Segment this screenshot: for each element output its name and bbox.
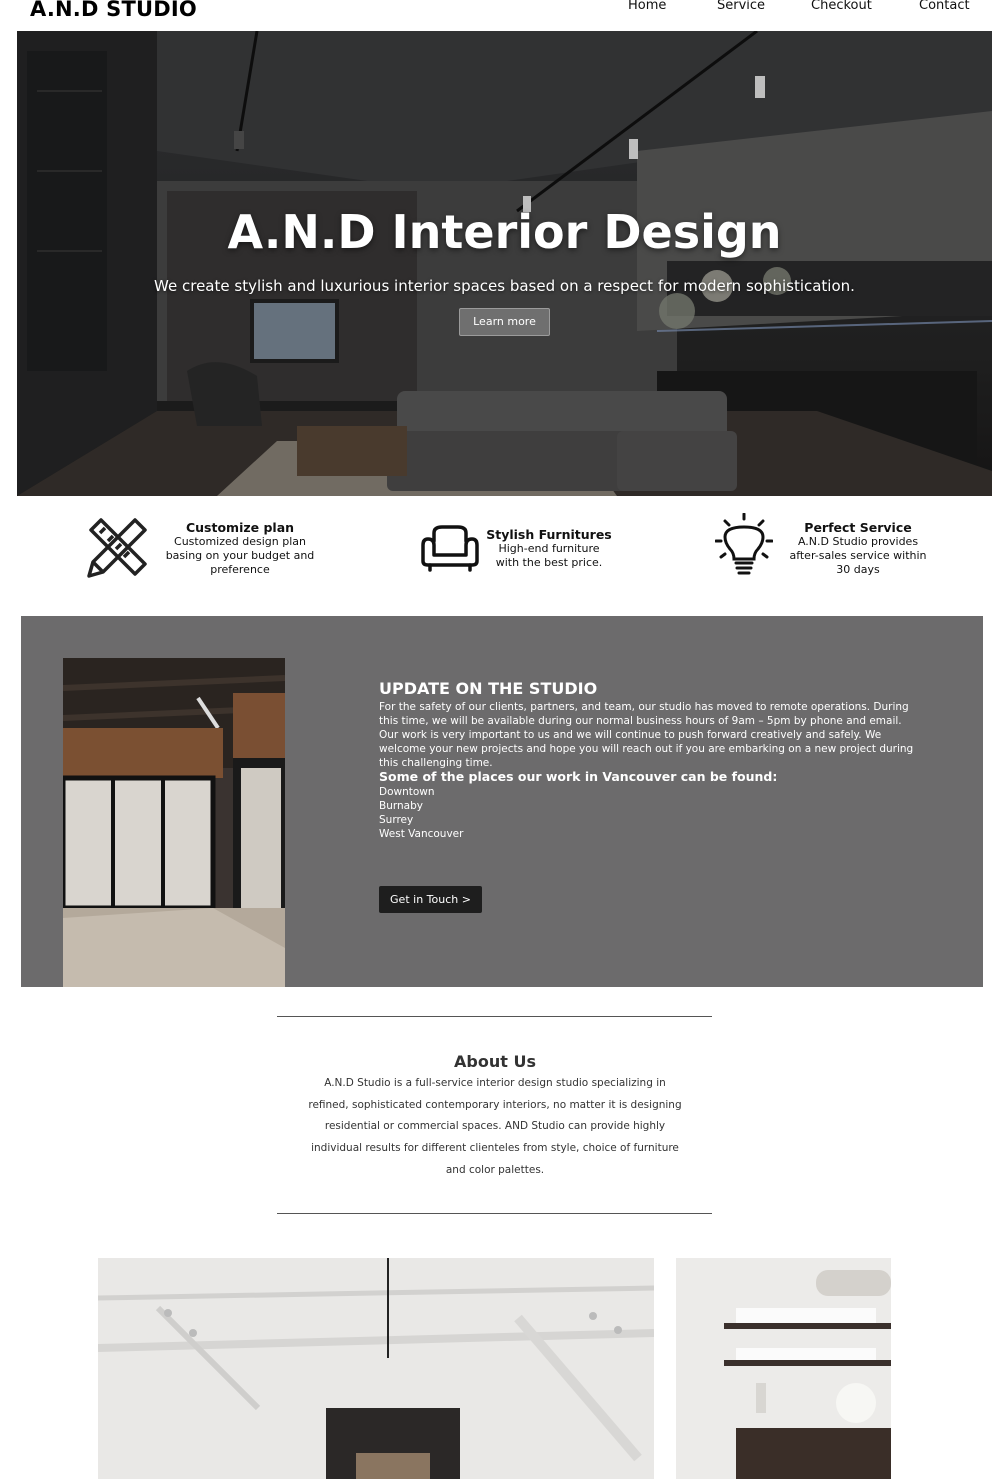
list-item: West Vancouver	[379, 828, 464, 840]
feature-text-line: preference	[210, 563, 270, 576]
hero-subtitle: We create stylish and luxurious interior…	[154, 277, 855, 295]
feature-text-line: High-end furniture	[498, 542, 600, 555]
places-title: Some of the places our work in Vancouver…	[379, 769, 778, 784]
list-item: Downtown	[379, 786, 435, 798]
divider	[277, 1213, 712, 1214]
armchair-icon	[420, 523, 480, 577]
feature-perfect-service: Perfect Service A.N.D Studio provides af…	[788, 520, 928, 577]
hero-section: A.N.D Interior Design We create stylish …	[17, 31, 992, 496]
feature-text-line: after-sales service within	[789, 549, 927, 562]
nav-home[interactable]: Home	[628, 0, 666, 13]
gallery-image-kitchen-shelves	[676, 1258, 891, 1479]
lightbulb-icon	[714, 512, 774, 583]
hero-interior-image	[17, 31, 992, 496]
feature-text-line: basing on your budget and	[165, 549, 315, 562]
divider	[277, 1016, 712, 1017]
nav-service[interactable]: Service	[717, 0, 765, 13]
feature-text-line: 30 days	[836, 563, 880, 576]
studio-update-section: UPDATE ON THE STUDIO For the safety of o…	[21, 616, 983, 987]
ruler-pencil-icon	[85, 514, 151, 584]
feature-text-line: A.N.D Studio provides	[797, 535, 919, 548]
feature-stylish-furnitures: Stylish Furnitures High-end furniture wi…	[484, 527, 614, 570]
nav-checkout[interactable]: Checkout	[811, 0, 872, 13]
feature-text-line: Customized design plan	[174, 535, 306, 548]
site-header: A.N.D STUDIO Home Service Checkout Conta…	[0, 0, 1000, 30]
feature-text-line: with the best price.	[495, 556, 603, 569]
get-in-touch-button[interactable]: Get in Touch >	[379, 886, 482, 913]
list-item: Burnaby	[379, 800, 423, 812]
studio-interior-image	[63, 658, 285, 987]
feature-title: Perfect Service	[804, 520, 912, 535]
feature-title: Customize plan	[185, 520, 295, 535]
update-title: UPDATE ON THE STUDIO	[379, 679, 598, 698]
list-item: Surrey	[379, 814, 414, 826]
places-list: Downtown Burnaby Surrey West Vancouver	[379, 785, 463, 841]
gallery-image-loft	[98, 1258, 654, 1479]
nav-contact[interactable]: Contact	[919, 0, 970, 13]
about-body: A.N.D Studio is a full-service interior …	[308, 1077, 682, 1176]
hero-title: A.N.D Interior Design	[227, 205, 782, 259]
learn-more-button[interactable]: Learn more	[459, 308, 550, 336]
about-title: About Us	[454, 1052, 536, 1071]
feature-customize-plan: Customize plan Customized design plan ba…	[165, 520, 315, 577]
brand-logo[interactable]: A.N.D STUDIO	[30, 0, 197, 21]
feature-title: Stylish Furnitures	[486, 527, 612, 542]
update-body: For the safety of our clients, partners,…	[379, 701, 914, 769]
